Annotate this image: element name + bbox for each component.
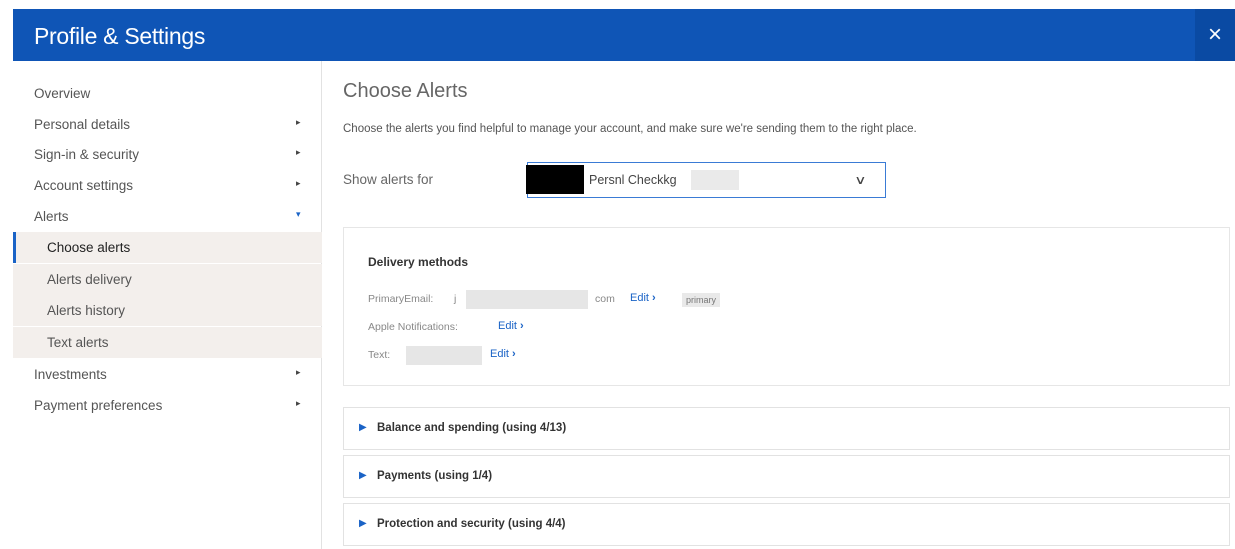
- sidebar-item-label: Sign-in & security: [34, 147, 140, 162]
- account-select[interactable]: Persnl Checkkg ∨: [526, 162, 886, 198]
- sidebar-item-personal-details[interactable]: Personal details ▸: [13, 109, 322, 140]
- expand-triangle-icon: ▶: [359, 422, 367, 433]
- sidebar-subitem-label: Text alerts: [47, 335, 109, 350]
- section-payments[interactable]: ▶ Payments (using 1/4): [343, 455, 1230, 498]
- close-icon: ×: [1207, 21, 1222, 48]
- sidebar-item-payment-preferences[interactable]: Payment preferences ▸: [13, 390, 322, 421]
- sidebar-subitem-choose-alerts[interactable]: Choose alerts: [13, 232, 322, 263]
- chevron-right-icon: ▸: [296, 147, 301, 157]
- sidebar-subitem-label: Alerts history: [47, 303, 126, 318]
- sidebar-item-label: Payment preferences: [34, 398, 163, 413]
- chevron-down-icon: ▾: [296, 209, 301, 219]
- page-header-title: Profile & Settings: [34, 23, 206, 49]
- edit-text-link[interactable]: Edit ›: [490, 348, 516, 360]
- top-strip: [0, 0, 1235, 9]
- chevron-right-icon: ›: [652, 292, 656, 304]
- apple-notifications-row: Apple Notifications: Edit ›: [368, 320, 768, 337]
- section-protection-and-security[interactable]: ▶ Protection and security (using 4/4): [343, 503, 1230, 546]
- main-content: Choose Alerts Choose the alerts you find…: [322, 61, 1235, 549]
- apple-notifications-label: Apple Notifications:: [368, 321, 458, 333]
- section-label: Payments (using 1/4): [377, 470, 493, 482]
- sidebar-item-label: Personal details: [34, 117, 131, 132]
- sidebar-subitem-alerts-delivery[interactable]: Alerts delivery: [13, 264, 322, 295]
- text-row: Text: Edit ›: [368, 346, 768, 365]
- chevron-right-icon: ▸: [296, 178, 301, 188]
- text-label: Text:: [368, 349, 391, 361]
- section-label: Protection and security (using 4/4): [377, 518, 566, 530]
- primary-badge: primary: [682, 293, 721, 307]
- sidebar-item-overview[interactable]: Overview: [13, 78, 322, 109]
- close-button[interactable]: ×: [1195, 9, 1235, 61]
- sidebar-item-label: Alerts: [34, 209, 69, 224]
- show-alerts-label: Show alerts for: [343, 172, 434, 187]
- header-bar: Profile & Settings ×: [13, 9, 1235, 61]
- expand-triangle-icon: ▶: [359, 470, 367, 481]
- page-title: Choose Alerts: [343, 80, 468, 102]
- primary-email-start: j: [454, 293, 457, 305]
- sidebar-subitem-alerts-history[interactable]: Alerts history: [13, 295, 322, 326]
- delivery-methods-title: Delivery methods: [368, 255, 469, 269]
- redacted-block: [691, 170, 739, 190]
- sidebar-item-label: Overview: [34, 86, 91, 101]
- section-label: Balance and spending (using 4/13): [377, 422, 567, 434]
- edit-apple-notifications-link[interactable]: Edit ›: [498, 320, 524, 332]
- primary-email-row: PrimaryEmail: j com Edit › primary: [368, 290, 768, 309]
- chevron-down-icon: ∨: [854, 173, 867, 187]
- redacted-block: [526, 165, 584, 194]
- chevron-right-icon: ›: [512, 348, 516, 360]
- chevron-right-icon: ▸: [296, 398, 301, 408]
- sidebar-item-sign-in-security[interactable]: Sign-in & security ▸: [13, 139, 322, 170]
- redacted-block: [406, 346, 482, 365]
- edit-primary-email-link[interactable]: Edit ›: [630, 292, 656, 304]
- redacted-block: [466, 290, 588, 309]
- sidebar-nav: Overview Personal details ▸ Sign-in & se…: [13, 61, 322, 549]
- section-balance-and-spending[interactable]: ▶ Balance and spending (using 4/13): [343, 407, 1230, 450]
- sidebar-item-label: Account settings: [34, 178, 134, 193]
- sidebar-subitem-label: Choose alerts: [47, 240, 131, 255]
- primary-email-label: PrimaryEmail:: [368, 293, 434, 305]
- sidebar-subitem-text-alerts[interactable]: Text alerts: [13, 327, 322, 358]
- expand-triangle-icon: ▶: [359, 518, 367, 529]
- account-select-value: Persnl Checkkg: [589, 173, 677, 187]
- sidebar-item-label: Investments: [34, 367, 107, 382]
- sidebar-item-investments[interactable]: Investments ▸: [13, 359, 322, 390]
- delivery-methods-panel: Delivery methods PrimaryEmail: j com Edi…: [343, 227, 1230, 386]
- sidebar-item-alerts[interactable]: Alerts ▾: [13, 201, 322, 232]
- intro-text: Choose the alerts you find helpful to ma…: [343, 123, 917, 135]
- primary-email-end: com: [595, 293, 615, 305]
- chevron-right-icon: ›: [520, 320, 524, 332]
- chevron-right-icon: ▸: [296, 367, 301, 377]
- sidebar-item-account-settings[interactable]: Account settings ▸: [13, 170, 322, 201]
- sidebar-subitem-label: Alerts delivery: [47, 272, 132, 287]
- chevron-right-icon: ▸: [296, 117, 301, 127]
